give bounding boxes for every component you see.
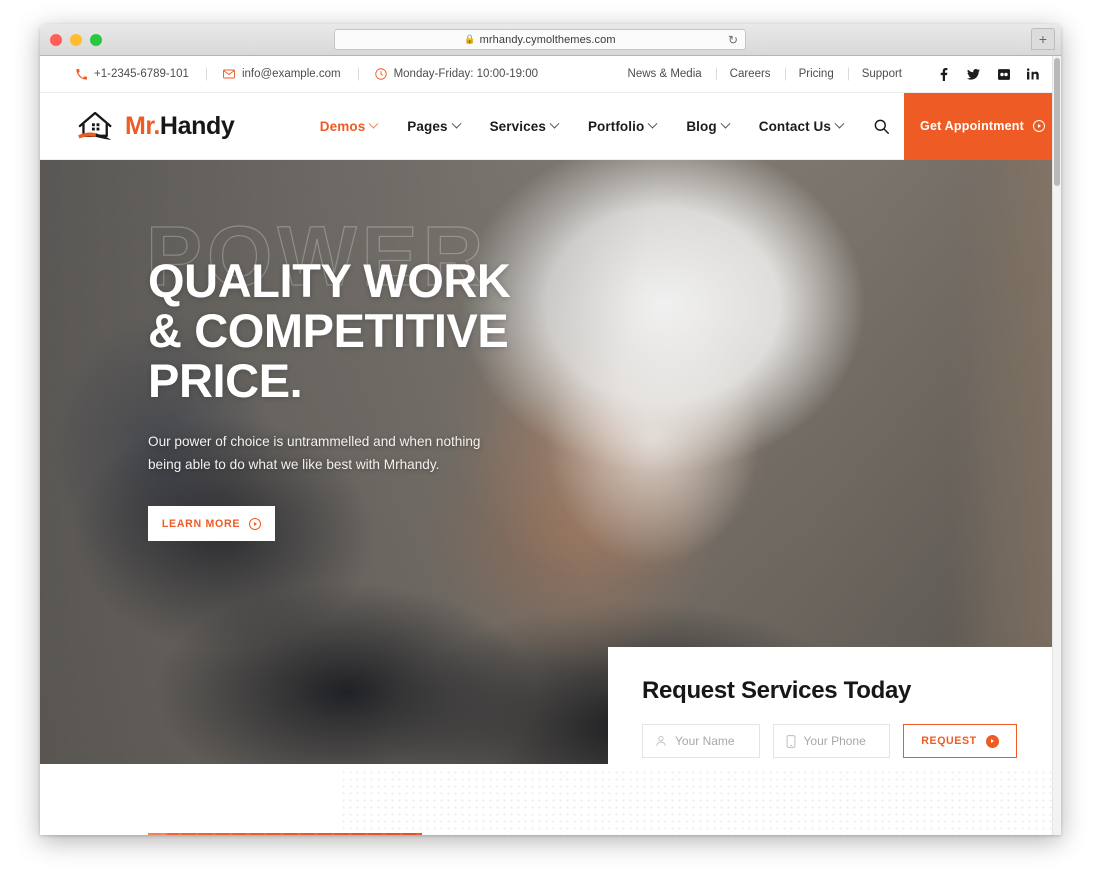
linkedin-icon[interactable] <box>1027 68 1040 81</box>
maximize-window-button[interactable] <box>90 34 102 46</box>
contact-phone[interactable]: +1-2345-6789-101 <box>76 68 206 80</box>
request-submit-label: REQUEST <box>921 735 977 747</box>
house-wrench-icon <box>78 111 112 140</box>
arrow-right-circle-icon <box>249 517 262 530</box>
top-info-bar: +1-2345-6789-101 info@example.com Monday… <box>40 56 1061 93</box>
url-text: mrhandy.cymolthemes.com <box>479 33 616 46</box>
history-thumbnail-image <box>148 833 422 835</box>
nav-item-pages[interactable]: Pages <box>392 118 474 134</box>
mobile-phone-icon <box>786 734 796 748</box>
logo-text-part-a: Mr. <box>125 111 160 140</box>
nav-item-pages-label: Pages <box>407 118 448 134</box>
request-panel-title: Request Services Today <box>642 677 912 704</box>
address-bar[interactable]: 🔒 mrhandy.cymolthemes.com ↻ <box>334 29 746 50</box>
hero-section: POWER QUALITY WORK & COMPETITIVE PRICE. … <box>40 160 1061 764</box>
get-appointment-button[interactable]: Get Appointment <box>904 92 1061 160</box>
request-services-panel: Request Services Today Your Name Your Ph… <box>608 647 1061 764</box>
hero-title-line-1: QUALITY WORK <box>148 254 511 307</box>
learn-more-label: LEARN MORE <box>161 517 241 530</box>
hero-content: POWER QUALITY WORK & COMPETITIVE PRICE. … <box>145 213 618 542</box>
nav-item-portfolio-label: Portfolio <box>587 118 645 134</box>
top-link-careers[interactable]: Careers <box>716 68 785 80</box>
successful-history-section: WHO WE ARE Our Successful History <box>40 764 1061 835</box>
hero-title: QUALITY WORK & COMPETITIVE PRICE. <box>148 256 618 405</box>
contact-email[interactable]: info@example.com <box>206 68 358 80</box>
chevron-down-icon <box>647 118 658 129</box>
nav-item-blog-label: Blog <box>686 118 717 134</box>
nav-item-demos[interactable]: Demos <box>305 118 393 134</box>
top-link-news-media[interactable]: News & Media <box>614 68 716 80</box>
close-window-button[interactable] <box>50 34 62 46</box>
phone-field-wrapper[interactable] <box>772 724 890 758</box>
browser-chrome: 🔒 mrhandy.cymolthemes.com ↻ + <box>40 24 1061 56</box>
nav-item-contact-us[interactable]: Contact Us <box>744 118 858 134</box>
nav-item-portfolio[interactable]: Portfolio <box>573 118 671 134</box>
name-input[interactable] <box>675 734 747 748</box>
arrow-right-circle-icon <box>1032 120 1045 132</box>
twitter-icon[interactable] <box>967 68 980 81</box>
search-button[interactable] <box>858 93 904 160</box>
minimize-window-button[interactable] <box>70 34 82 46</box>
site-logo[interactable]: Mr.Handy <box>40 109 235 143</box>
nav-item-services[interactable]: Services <box>475 118 573 134</box>
contact-hours: Monday-Friday: 10:00-19:00 <box>358 68 555 80</box>
page-scrollbar-track[interactable] <box>1052 56 1061 835</box>
page-scrollbar-thumb[interactable] <box>1054 58 1060 186</box>
phone-icon <box>76 68 87 80</box>
reload-icon[interactable]: ↻ <box>728 33 738 47</box>
hero-subtitle: Our power of choice is untrammelled and … <box>148 434 481 472</box>
history-thumbnail[interactable]: WHO WE ARE <box>148 833 422 835</box>
window-controls <box>50 34 102 46</box>
clock-icon <box>374 68 387 80</box>
chevron-down-icon <box>720 118 731 129</box>
name-field-wrapper[interactable] <box>642 724 760 758</box>
chevron-down-icon <box>451 118 462 129</box>
logo-text: Mr.Handy <box>125 111 235 141</box>
topbar-links-group: News & Media Careers Pricing Support <box>614 67 1040 81</box>
chevron-down-icon <box>834 118 845 129</box>
hero-title-line-2: & COMPETITIVE <box>148 303 509 357</box>
top-link-pricing[interactable]: Pricing <box>785 68 848 80</box>
social-links-group <box>937 67 1040 81</box>
url-text-wrapper: 🔒 mrhandy.cymolthemes.com <box>464 34 615 46</box>
envelope-icon <box>223 68 235 80</box>
main-navigation: Demos Pages Services Portfolio Blog Cont… <box>305 92 1061 160</box>
chevron-down-icon <box>549 118 560 129</box>
nav-item-blog[interactable]: Blog <box>671 118 743 134</box>
get-appointment-label: Get Appointment <box>920 119 1024 133</box>
browser-window: 🔒 mrhandy.cymolthemes.com ↻ + +1-2345-67… <box>40 24 1061 835</box>
facebook-icon[interactable] <box>937 67 950 81</box>
nav-item-demos-label: Demos <box>319 118 366 134</box>
lock-icon: 🔒 <box>464 34 476 44</box>
contact-hours-text: Monday-Friday: 10:00-19:00 <box>393 68 539 80</box>
flickr-icon[interactable] <box>997 68 1010 81</box>
request-form: REQUEST <box>642 724 1017 758</box>
request-submit-button[interactable]: REQUEST <box>903 724 1017 758</box>
top-link-support[interactable]: Support <box>848 68 916 80</box>
phone-input[interactable] <box>803 734 877 748</box>
contact-phone-text: +1-2345-6789-101 <box>94 68 189 80</box>
user-icon <box>655 735 667 747</box>
hero-title-line-3: PRICE. <box>148 353 303 407</box>
nav-item-services-label: Services <box>489 118 546 134</box>
logo-text-part-b: Handy <box>159 111 235 140</box>
new-tab-button[interactable]: + <box>1031 28 1055 50</box>
nav-item-contact-us-label: Contact Us <box>758 118 831 134</box>
arrow-right-circle-filled-icon <box>985 734 999 748</box>
page-viewport: +1-2345-6789-101 info@example.com Monday… <box>40 56 1061 835</box>
chevron-down-icon <box>368 118 379 129</box>
site-header: Mr.Handy Demos Pages Services Portfolio <box>40 92 1061 160</box>
contact-group: +1-2345-6789-101 info@example.com Monday… <box>76 68 555 80</box>
learn-more-button[interactable]: LEARN MORE <box>148 506 275 542</box>
search-icon <box>874 119 889 134</box>
contact-email-text: info@example.com <box>241 68 341 80</box>
dot-pattern-decoration <box>340 769 1061 835</box>
